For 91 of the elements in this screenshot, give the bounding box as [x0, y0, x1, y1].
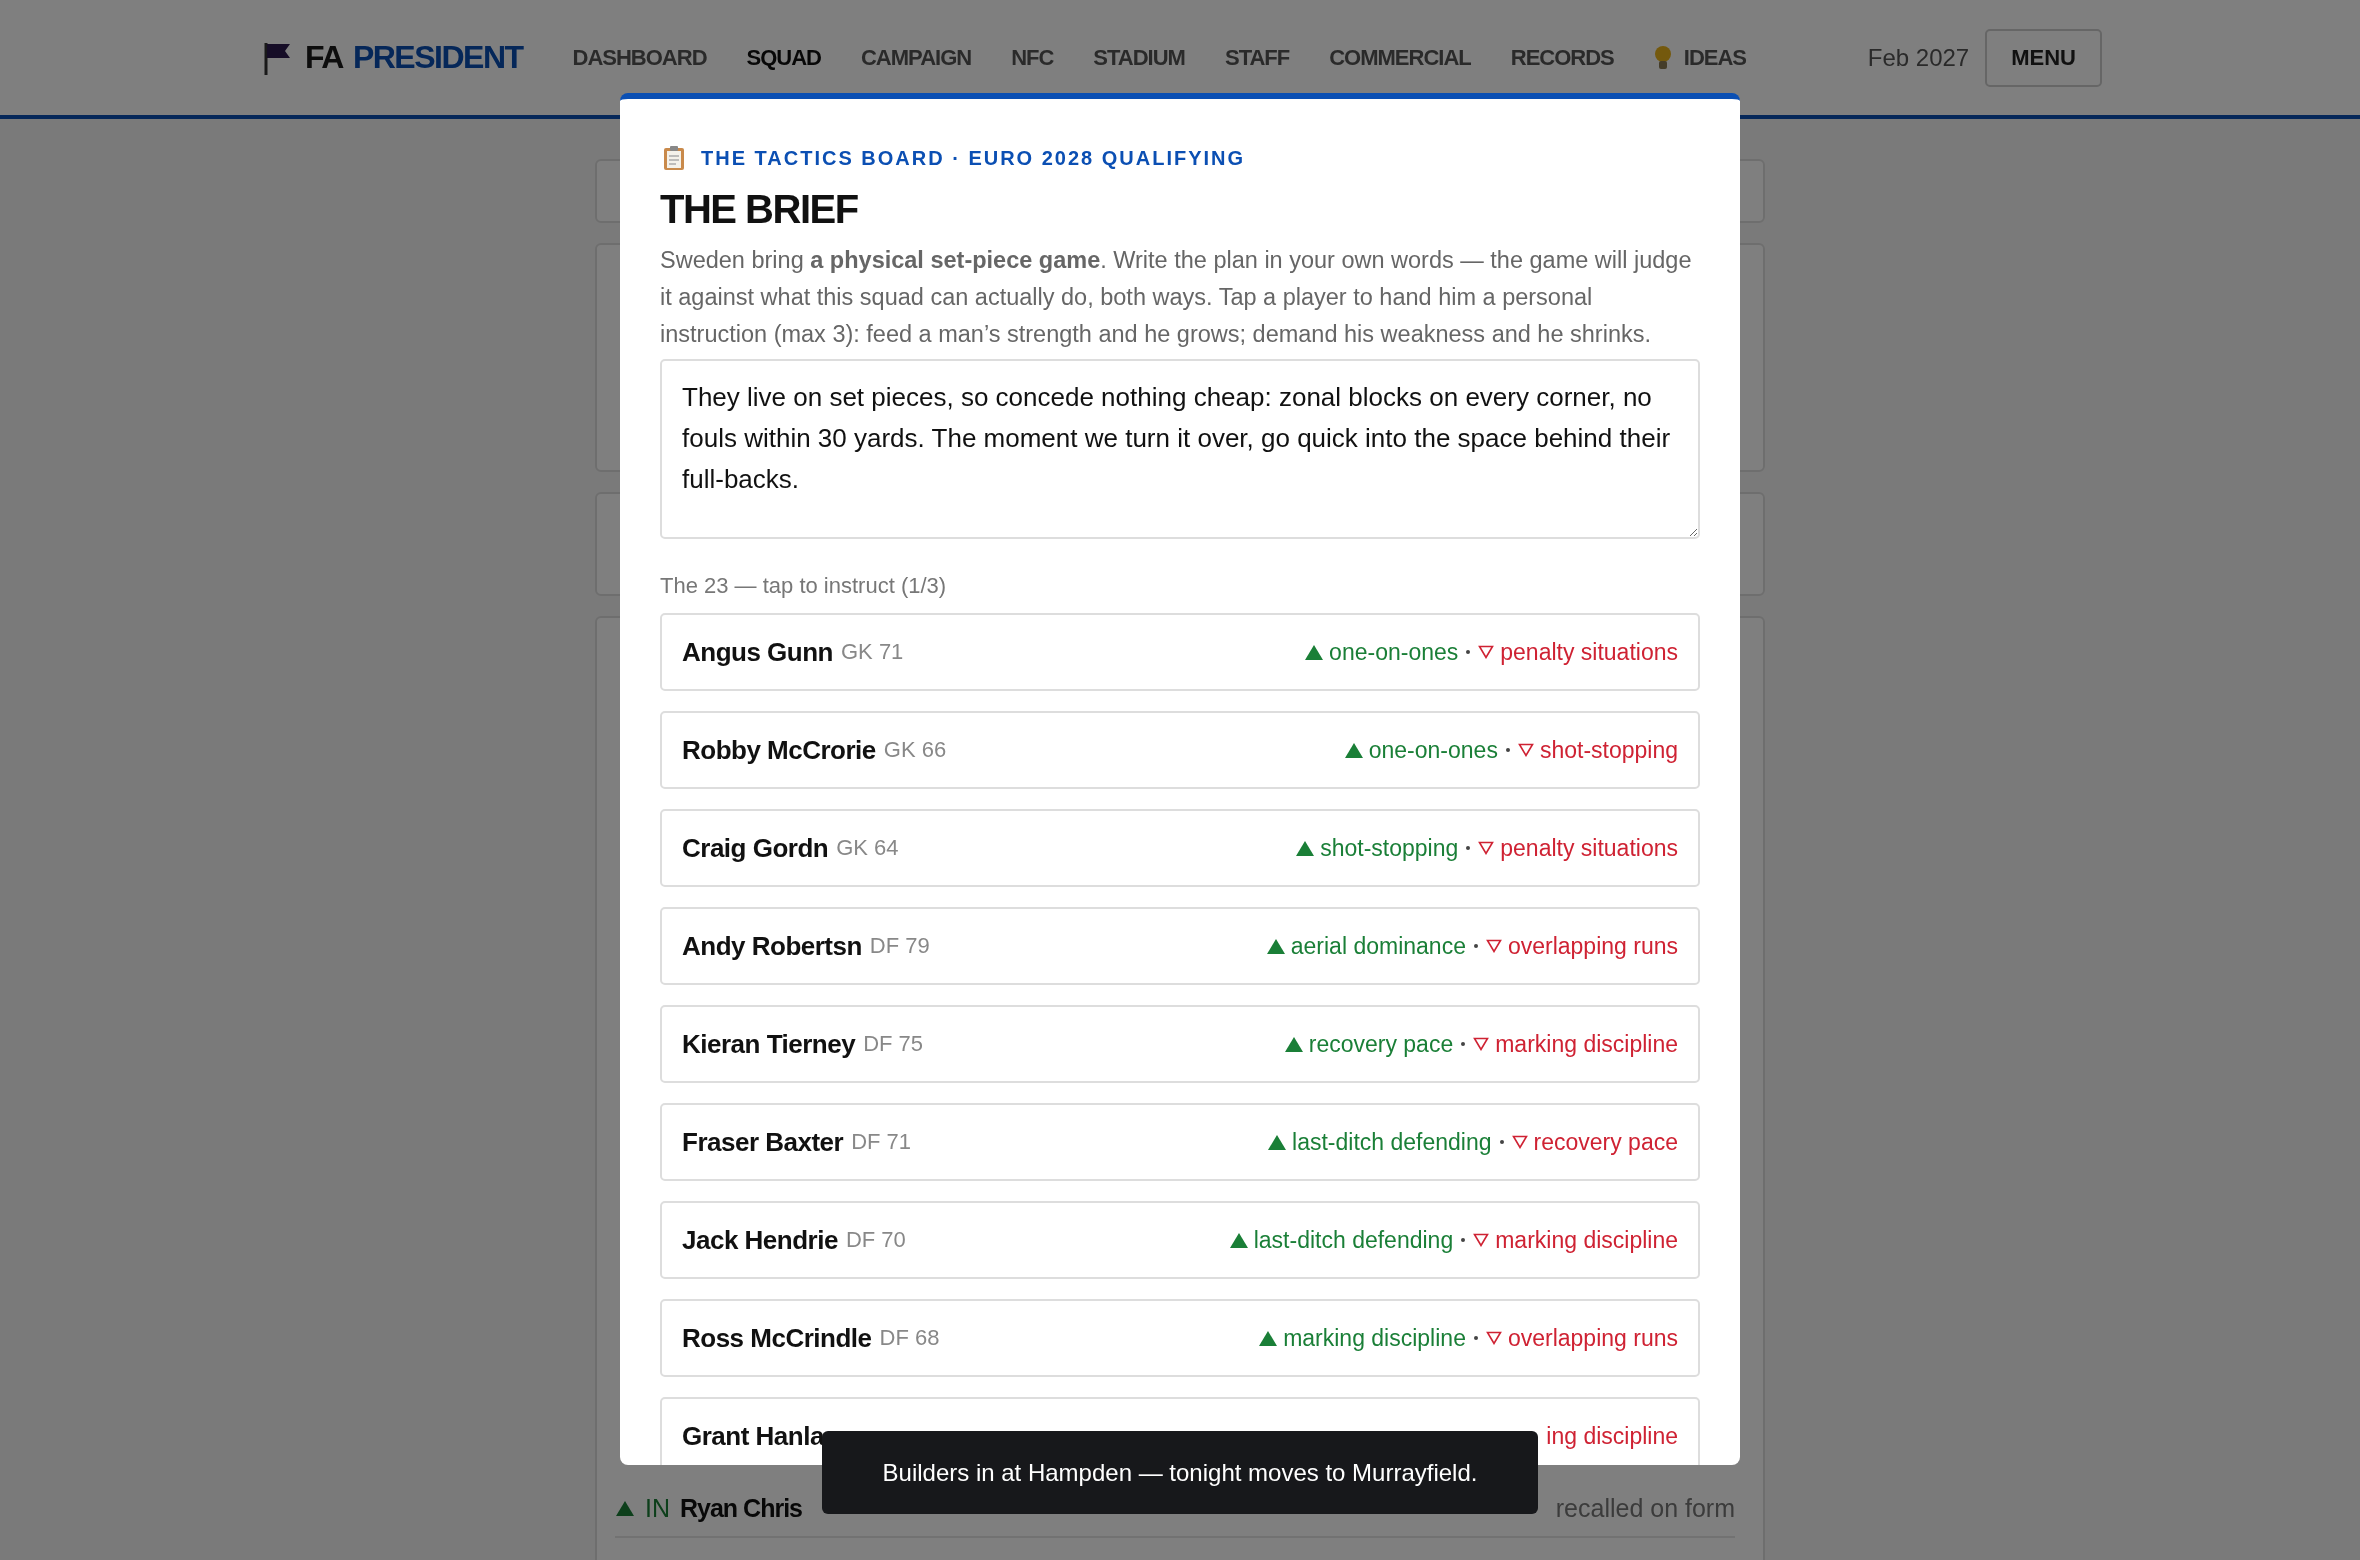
strength-tag: marking discipline: [1283, 1324, 1466, 1352]
clipboard-icon: [663, 145, 685, 171]
triangle-down-icon: [1478, 645, 1495, 659]
triangle-down-icon: [1511, 1135, 1528, 1149]
player-row[interactable]: Robby McCrorie GK 66 one-on-ones shot-stopping: [660, 711, 1700, 789]
player-name: Grant Hanla: [682, 1420, 824, 1452]
triangle-up-icon: [1296, 840, 1315, 856]
triangle-up-icon: [1259, 1330, 1278, 1346]
weakness-tag: penalty situations: [1500, 834, 1678, 862]
nav-link[interactable]: CAMPAIGN: [861, 44, 972, 71]
player-rating: DF 75: [863, 1031, 924, 1057]
toast-message: Builders in at Hampden — tonight moves to Murrayfield.: [822, 1431, 1538, 1514]
player-row[interactable]: Ross McCrindle DF 68 marking discipline overlapping runs: [660, 1299, 1700, 1377]
plan-field[interactable]: They live on set pieces, so concede nothing cheap: zonal blocks on every corner, no fouls within 30 yards. The moment we turn it over, go quick into the space behind their full-backs.: [660, 359, 1700, 539]
strength-tag: one-on-ones: [1329, 638, 1459, 666]
separator-dot: [1473, 944, 1478, 948]
flag-icon: [263, 40, 293, 75]
triangle-down-icon: [1473, 1037, 1490, 1051]
player-name: Ross McCrindle: [682, 1322, 872, 1354]
weakness-tag: marking discipline: [1495, 1030, 1678, 1058]
triangle-up-icon: [1266, 938, 1285, 954]
player-rating: GK 66: [883, 737, 947, 763]
player-rating: DF 71: [851, 1129, 912, 1155]
weakness-tag: ing discipline: [1546, 1422, 1678, 1450]
player-row[interactable]: Angus Gunn GK 71 one-on-ones penalty situations: [660, 613, 1700, 691]
separator-dot: [1473, 1336, 1478, 1340]
separator-dot: [1461, 1042, 1466, 1046]
modal-title: THE BRIEF: [660, 187, 859, 232]
triangle-up-icon: [1344, 742, 1363, 758]
strength-tag: last-ditch defending: [1253, 1226, 1454, 1254]
player-rating: DF 68: [879, 1325, 940, 1351]
player-row[interactable]: Kieran Tierney DF 75 recovery pace marking discipline: [660, 1005, 1700, 1083]
player-name: Angus Gunn: [682, 636, 833, 668]
nav-link[interactable]: SQUAD: [746, 44, 821, 71]
triangle-up-icon: [1284, 1036, 1303, 1052]
logo[interactable]: FA PRESIDENT: [263, 39, 523, 76]
triangle-up-icon: [615, 1499, 635, 1517]
triangle-up-icon: [1268, 1134, 1287, 1150]
weakness-tag: recovery pace: [1533, 1128, 1678, 1156]
player-row[interactable]: Craig Gordn GK 64 shot-stopping penalty situations: [660, 809, 1700, 887]
player-rating: GK 64: [836, 835, 899, 861]
separator-dot: [1466, 650, 1471, 654]
weakness-tag: shot-stopping: [1539, 736, 1678, 764]
nav-link[interactable]: NFC: [1011, 44, 1054, 71]
nav-link[interactable]: RECORDS: [1510, 44, 1614, 71]
player-row[interactable]: Fraser Baxter DF 71 last-ditch defending recovery pace: [660, 1103, 1700, 1181]
lightbulb-icon: [1653, 44, 1672, 71]
modal-eyebrow: THE TACTICS BOARD · EURO 2028 QUALIFYING: [701, 146, 1246, 170]
squad-label: The 23 — tap to instruct (1/3): [660, 573, 948, 599]
intro-text: Sweden bring a physical set-piece game. Write the plan in your own words — the game will judge it against what this squad can actually do, both ways. Tap a player to hand him a personal instruction (max 3): feed a man’s strength and he grows; demand his weakness and he shrinks.: [660, 246, 1693, 349]
triangle-down-icon: [1517, 743, 1534, 757]
weakness-tag: marking discipline: [1495, 1226, 1678, 1254]
date-label: Feb 2027: [1867, 43, 1970, 72]
nav-link[interactable]: IDEAS: [1653, 44, 1746, 71]
nav-link[interactable]: STADIUM: [1093, 44, 1185, 71]
weakness-tag: overlapping runs: [1507, 932, 1678, 960]
player-rating: DF 70: [845, 1227, 906, 1253]
player-row[interactable]: Andy Robertsn DF 79 aerial dominance overlapping runs: [660, 907, 1700, 985]
nav-link[interactable]: DASHBOARD: [572, 44, 707, 71]
player-name: Kieran Tierney: [682, 1028, 856, 1060]
separator-dot: [1461, 1238, 1466, 1242]
strength-tag: recovery pace: [1308, 1030, 1454, 1058]
player-row[interactable]: Jack Hendrie DF 70 last-ditch defending marking discipline: [660, 1201, 1700, 1279]
strength-tag: one-on-ones: [1368, 736, 1498, 764]
player-name: Ryan Chris: [680, 1493, 802, 1523]
player-name: Fraser Baxter: [682, 1126, 844, 1158]
player-rating: GK 71: [841, 639, 904, 665]
triangle-down-icon: [1478, 841, 1495, 855]
player-name: Jack Hendrie: [682, 1224, 838, 1256]
strength-tag: last-ditch defending: [1292, 1128, 1492, 1156]
triangle-up-icon: [1305, 644, 1324, 660]
player-name: Robby McCrorie: [682, 734, 876, 766]
player-name: Craig Gordn: [682, 832, 829, 864]
player-name: Andy Robertsn: [682, 930, 862, 962]
player-rating: DF 79: [869, 933, 930, 959]
weakness-tag: penalty situations: [1500, 638, 1678, 666]
separator-dot: [1466, 846, 1471, 850]
triangle-down-icon: [1473, 1233, 1490, 1247]
weakness-tag: overlapping runs: [1507, 1324, 1678, 1352]
separator-dot: [1499, 1140, 1504, 1144]
triangle-down-icon: [1485, 1331, 1502, 1345]
player-note: recalled on form: [1555, 1493, 1735, 1523]
in-tag: IN: [645, 1493, 670, 1523]
triangle-down-icon: [1485, 939, 1502, 953]
nav-link[interactable]: STAFF: [1224, 44, 1290, 71]
separator-dot: [1505, 748, 1510, 752]
strength-tag: aerial dominance: [1290, 932, 1466, 960]
menu-button[interactable]: MENU: [1985, 28, 2102, 87]
strength-tag: shot-stopping: [1320, 834, 1459, 862]
nav-link[interactable]: COMMERCIAL: [1329, 44, 1471, 71]
triangle-up-icon: [1229, 1232, 1248, 1248]
